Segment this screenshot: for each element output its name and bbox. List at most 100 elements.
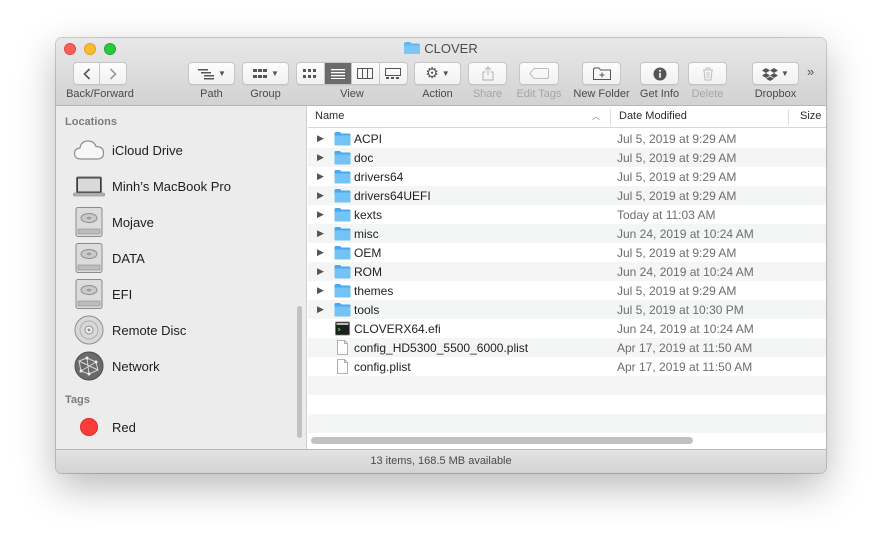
sidebar-item-efi[interactable]: EFI (73, 279, 132, 309)
path-list-icon (198, 68, 215, 79)
disclosure-triangle-icon[interactable]: ▶ (317, 190, 324, 201)
disclosure-triangle-icon[interactable]: ▶ (317, 152, 324, 163)
column-view-button[interactable] (352, 63, 380, 84)
tag-icon (529, 68, 549, 79)
chevron-down-icon: ▼ (218, 69, 226, 78)
file-date-modified: Jun 24, 2019 at 10:24 AM (617, 264, 754, 279)
file-date-modified: Apr 17, 2019 at 11:50 AM (617, 340, 753, 355)
hard-disk-icon (73, 243, 105, 273)
file-date-modified: Jul 5, 2019 at 9:29 AM (617, 188, 737, 203)
sidebar-item-macbook-pro[interactable]: Minh’s MacBook Pro (73, 172, 231, 200)
disclosure-triangle-icon[interactable]: ▶ (317, 285, 324, 296)
edit-tags-group: Edit Tags (516, 62, 562, 100)
get-info-button[interactable] (640, 62, 679, 85)
file-row[interactable]: ▶ themes Jul 5, 2019 at 9:29 AM (308, 281, 826, 300)
file-row[interactable]: ▶ misc Jun 24, 2019 at 10:24 AM (308, 224, 826, 243)
sidebar-item-label: Red (112, 419, 136, 435)
file-name: ACPI (354, 131, 383, 146)
column-size[interactable]: Size (800, 110, 821, 122)
file-name: doc (354, 150, 374, 165)
folder-icon (334, 207, 351, 222)
group-grid-icon (253, 68, 268, 78)
file-date-modified: Apr 17, 2019 at 11:50 AM (617, 359, 753, 374)
list-view-button[interactable] (324, 63, 352, 84)
share-group: Share (468, 62, 507, 100)
disclosure-triangle-icon[interactable]: ▶ (317, 133, 324, 144)
disclosure-triangle-icon[interactable]: ▶ (317, 209, 324, 220)
gallery-view-button[interactable] (380, 63, 407, 84)
sidebar-item-label: DATA (112, 250, 145, 266)
sidebar-item-label: Remote Disc (112, 322, 187, 338)
disclosure-triangle-icon[interactable]: ▶ (317, 171, 324, 182)
sidebar-item-label: iCloud Drive (112, 142, 183, 158)
share-button[interactable] (468, 62, 507, 85)
file-row[interactable]: config.plist Apr 17, 2019 at 11:50 AM (308, 357, 826, 376)
sidebar-item-icloud-drive[interactable]: iCloud Drive (73, 136, 183, 164)
sidebar-item-network[interactable]: Network (73, 351, 160, 381)
file-date-modified: Jul 5, 2019 at 9:29 AM (617, 245, 737, 260)
column-date-modified[interactable]: Date Modified (619, 110, 687, 122)
locations-header: Locations (65, 116, 117, 128)
column-separator[interactable] (610, 109, 611, 125)
folder-icon (334, 264, 351, 279)
file-name: drivers64UEFI (354, 188, 431, 203)
file-row[interactable]: ▶ doc Jul 5, 2019 at 9:29 AM (308, 148, 826, 167)
column-separator[interactable] (788, 109, 789, 125)
sidebar-item-remote-disc[interactable]: Remote Disc (73, 315, 187, 345)
group-button[interactable]: ▼ (242, 62, 289, 85)
icon-view-button[interactable] (297, 63, 325, 84)
new-folder-icon (592, 67, 611, 80)
file-row[interactable]: ▶ tools Jul 5, 2019 at 10:30 PM (308, 300, 826, 319)
sidebar-scrollbar[interactable] (297, 306, 302, 438)
disclosure-triangle-icon[interactable]: ▶ (317, 247, 324, 258)
sidebar-item-data[interactable]: DATA (73, 243, 145, 273)
window-title: CLOVER (56, 41, 826, 56)
disclosure-triangle-icon[interactable]: ▶ (317, 266, 324, 277)
file-name: misc (354, 226, 379, 241)
column-name[interactable]: Name (315, 110, 344, 122)
action-button[interactable]: ⚙ ▼ (414, 62, 461, 85)
window-title-text: CLOVER (424, 41, 478, 56)
disclosure-triangle-icon[interactable]: ▶ (317, 304, 324, 315)
path-button[interactable]: ▼ (188, 62, 235, 85)
forward-button[interactable] (100, 63, 126, 84)
file-row[interactable]: ▶ drivers64 Jul 5, 2019 at 9:29 AM (308, 167, 826, 186)
file-row[interactable]: ▶ kexts Today at 11:03 AM (308, 205, 826, 224)
sidebar: Locations iCloud Drive Minh’s MacBook Pr… (56, 106, 307, 449)
file-row[interactable]: ▶ drivers64UEFI Jul 5, 2019 at 9:29 AM (308, 186, 826, 205)
folder-icon (334, 302, 351, 317)
columns-icon (357, 68, 374, 79)
column-header: Name ︿ Date Modified Size (308, 106, 826, 128)
dropbox-group: ▼ Dropbox (752, 62, 799, 100)
file-row[interactable]: ▶ ROM Jun 24, 2019 at 10:24 AM (308, 262, 826, 281)
sidebar-item-mojave[interactable]: Mojave (73, 207, 154, 237)
file-row[interactable]: CLOVERX64.efi Jun 24, 2019 at 10:24 AM (308, 319, 826, 338)
info-icon (653, 67, 666, 80)
document-icon (334, 359, 351, 374)
disclosure-triangle-icon[interactable]: ▶ (317, 228, 324, 239)
optical-disc-icon (73, 315, 105, 345)
horizontal-scrollbar[interactable] (311, 437, 693, 444)
file-row[interactable]: ▶ OEM Jul 5, 2019 at 9:29 AM (308, 243, 826, 262)
action-group: ⚙ ▼ Action (414, 62, 461, 100)
sidebar-item-tag-red[interactable]: Red (73, 413, 136, 441)
file-name: CLOVERX64.efi (354, 321, 441, 336)
dropbox-icon (762, 67, 779, 81)
empty-row (308, 414, 826, 433)
new-folder-button[interactable] (582, 62, 621, 85)
back-button[interactable] (74, 63, 101, 84)
cloud-icon (73, 136, 105, 164)
chevron-down-icon: ▼ (271, 69, 279, 78)
file-row[interactable]: config_HD5300_5500_6000.plist Apr 17, 201… (308, 338, 826, 357)
edit-tags-button[interactable] (519, 62, 559, 85)
file-row[interactable]: ▶ ACPI Jul 5, 2019 at 9:29 AM (308, 129, 826, 148)
chevron-down-icon: ▼ (781, 69, 789, 78)
delete-button[interactable] (688, 62, 727, 85)
new-folder-group: New Folder (573, 62, 630, 100)
dropbox-button[interactable]: ▼ (752, 62, 799, 85)
tags-header: Tags (65, 394, 90, 406)
hard-disk-icon (73, 207, 105, 237)
toolbar-overflow-button[interactable]: » (807, 64, 814, 79)
folder-icon (334, 245, 351, 260)
sort-ascending-icon: ︿ (592, 112, 600, 121)
